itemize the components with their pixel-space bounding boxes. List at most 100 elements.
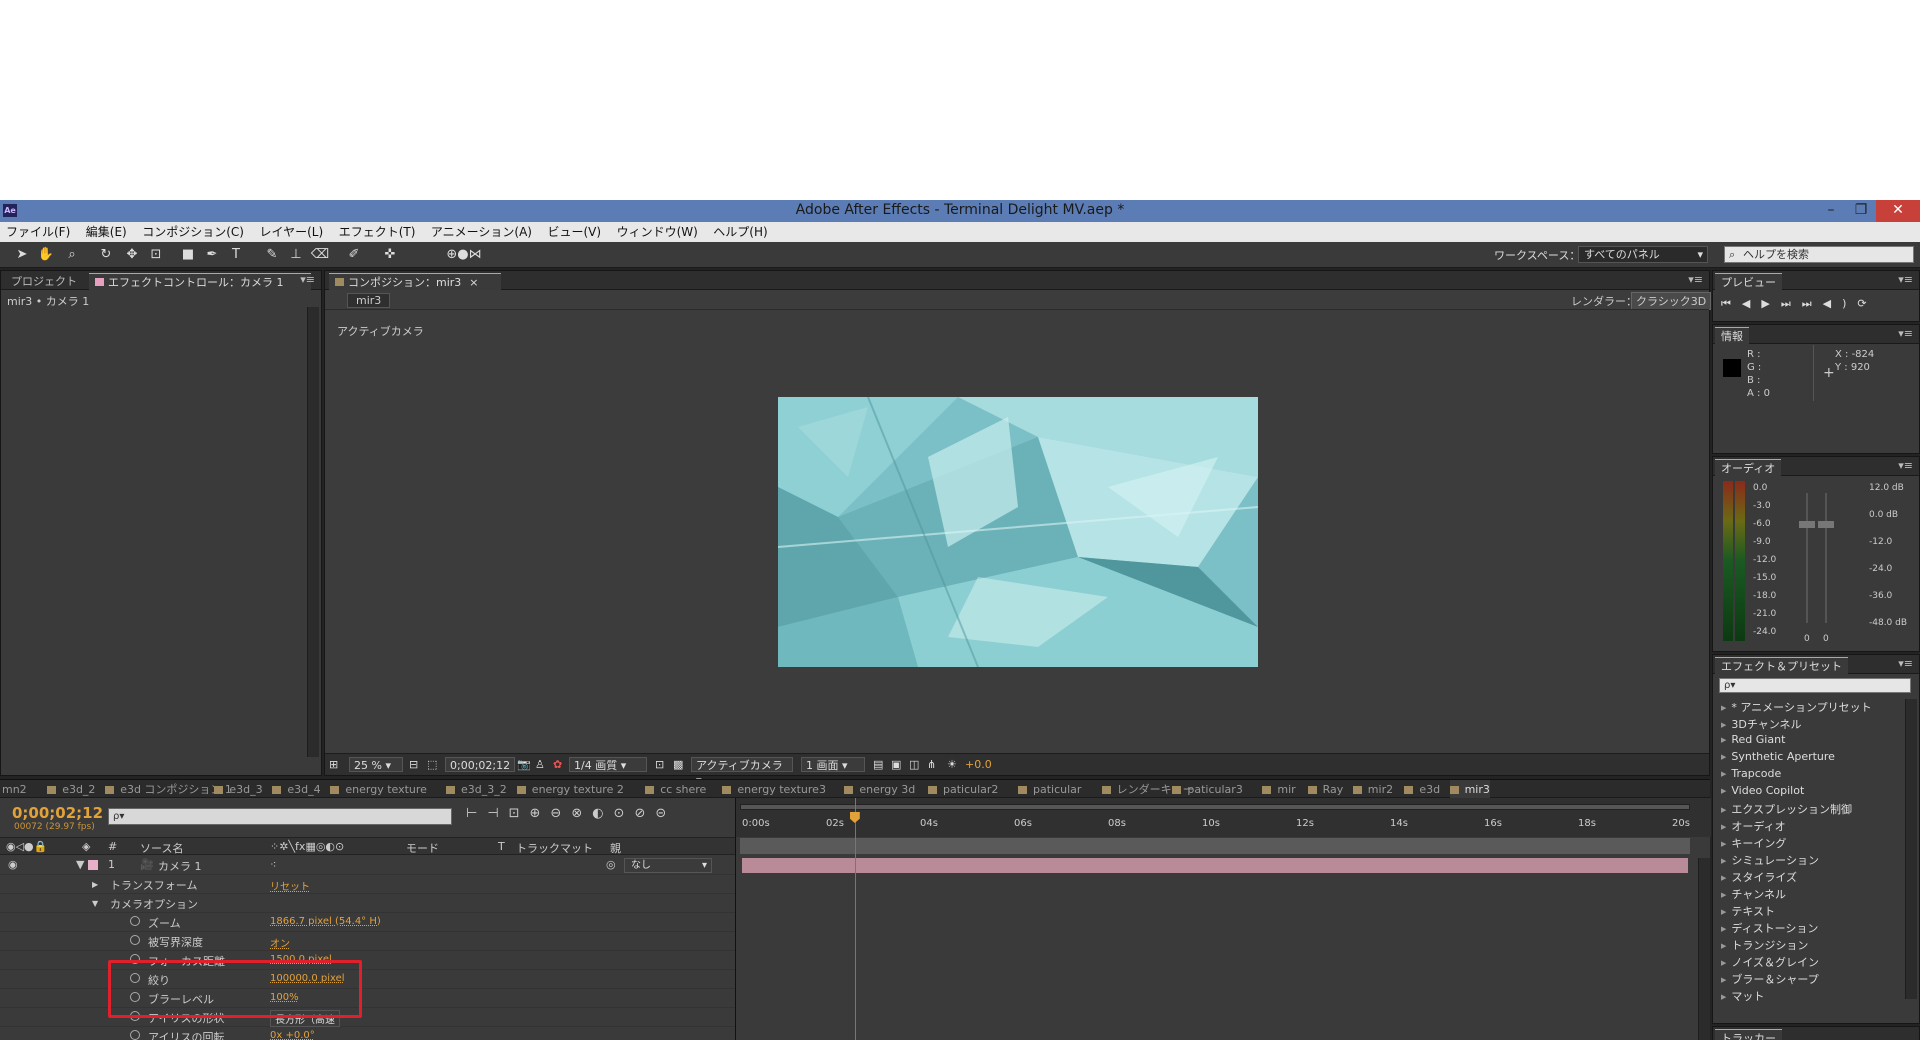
rectangle-tool-icon[interactable]: ■ — [178, 245, 198, 265]
layer-row-camera[interactable]: ◉ ▼ 1 🎥 カメラ 1 ⁖ ◎ なし ▾ — [0, 856, 735, 875]
tab-project[interactable]: プロジェクト — [5, 273, 83, 290]
layer-name[interactable]: カメラ 1 — [158, 858, 202, 874]
clone-stamp-tool-icon[interactable]: ⊥ — [286, 245, 306, 265]
audio-slider-right[interactable] — [1818, 521, 1834, 528]
effects-category-item[interactable]: Synthetic Aperture — [1721, 750, 1835, 763]
effects-menu-icon[interactable]: ▾≡ — [1898, 657, 1913, 670]
menu-view[interactable]: ビュー(V) — [541, 222, 607, 242]
property-row[interactable]: ▶ トランスフォーム リセット — [0, 875, 735, 894]
exposure-value[interactable]: +0.0 — [965, 757, 992, 772]
playhead[interactable] — [854, 798, 856, 1040]
timeline-tab-11[interactable]: paticular2 — [928, 780, 998, 799]
show-snapshot-icon[interactable]: ♙ — [535, 757, 545, 772]
axis-mode-icons[interactable]: ⊕●⋈ — [444, 245, 484, 265]
zoom-tool-icon[interactable]: ⌕ — [62, 245, 82, 265]
channel-icon[interactable]: ✿ — [553, 757, 562, 772]
header-source-name[interactable]: ソース名 — [140, 840, 183, 856]
tab-audio[interactable]: オーディオ — [1715, 459, 1782, 476]
rotate-tool-icon[interactable]: ↻ — [96, 245, 116, 265]
timeline-tab-19[interactable]: mir3 — [1449, 780, 1490, 799]
resolution-select[interactable]: 1/4 画質 ▾ — [569, 757, 647, 772]
effects-category-item[interactable]: * アニメーションプリセット — [1721, 699, 1871, 715]
audio-slider-track-left[interactable] — [1806, 493, 1808, 623]
twirl-closed-icon[interactable]: ▶ — [92, 880, 98, 889]
twirl-open-icon[interactable]: ▼ — [76, 858, 84, 871]
current-time-display[interactable]: 0;00;02;12 — [445, 757, 516, 772]
property-value[interactable]: 1866.7 pixel (54.4° H) — [270, 916, 381, 927]
mask-visibility-icon[interactable]: ⬚ — [427, 757, 437, 772]
help-search-input[interactable]: ⌕ ヘルプを検索 — [1724, 246, 1914, 263]
effects-category-item[interactable]: テキスト — [1721, 903, 1775, 919]
effects-scrollbar[interactable] — [1905, 699, 1917, 999]
timeline-tab-6[interactable]: e3d_3_2 — [446, 780, 507, 799]
comp-navigator-button[interactable]: mir3 — [347, 293, 391, 308]
property-value[interactable]: オン — [270, 935, 290, 950]
effects-category-item[interactable]: Trapcode — [1721, 767, 1781, 780]
effects-category-item[interactable]: ブラー＆シャープ — [1721, 971, 1818, 987]
composition-viewer[interactable] — [778, 397, 1258, 667]
snapshot-icon[interactable]: 📷 — [517, 757, 531, 772]
menu-layer[interactable]: レイヤー(L) — [253, 222, 329, 242]
timeline-switch-icons[interactable]: ⊢⊣⊡⊕⊖⊗◐⊙⊘⊝ — [466, 806, 726, 821]
timeline-tab-0[interactable]: mn2 — [2, 780, 27, 799]
work-area-bar[interactable] — [740, 804, 1690, 810]
stopwatch-icon[interactable] — [130, 935, 140, 945]
puppet-tool-icon[interactable]: ✜ — [380, 245, 400, 265]
brush-tool-icon[interactable]: ✎ — [262, 245, 282, 265]
effects-category-item[interactable]: ディストーション — [1721, 920, 1818, 936]
audio-menu-icon[interactable]: ▾≡ — [1898, 459, 1913, 472]
pen-tool-icon[interactable]: ✒ — [202, 245, 222, 265]
pan-behind-tool-icon[interactable]: ⊡ — [146, 245, 166, 265]
selection-tool-icon[interactable]: ➤ — [12, 245, 32, 265]
timeline-tab-15[interactable]: mir — [1262, 780, 1296, 799]
tab-effects-presets[interactable]: エフェクト＆プリセット — [1715, 657, 1848, 674]
timeline-tab-8[interactable]: cc shere — [645, 780, 706, 799]
effects-category-item[interactable]: Video Copilot — [1721, 784, 1804, 797]
parent-select[interactable]: なし ▾ — [624, 858, 712, 873]
timeline-tab-14[interactable]: paticular3 — [1172, 780, 1243, 799]
time-ruler[interactable]: 0:00s 02s 04s 06s 08s 10s 12s 14s 16s 18s 20s — [736, 798, 1711, 837]
project-scrollbar[interactable] — [307, 307, 319, 757]
text-tool-icon[interactable]: T — [226, 245, 246, 265]
zoom-select[interactable]: 25 % ▾ — [349, 757, 403, 772]
eraser-tool-icon[interactable]: ⌫ — [310, 245, 330, 265]
effects-search-input[interactable]: ρ▾ — [1719, 678, 1911, 693]
timeline-current-time[interactable]: 0;00;02;12 — [12, 804, 103, 822]
timeline-tab-10[interactable]: energy 3d — [844, 780, 915, 799]
timeline-icon[interactable]: ◫ — [909, 757, 919, 772]
property-row[interactable]: アイリスの回転 0x +0.0° — [0, 1027, 735, 1040]
stopwatch-icon[interactable] — [130, 916, 140, 926]
twirl-open-icon[interactable]: ▼ — [92, 899, 98, 908]
view-select[interactable]: アクティブカメラ ▾ — [691, 757, 793, 787]
tab-preview[interactable]: プレビュー — [1715, 273, 1782, 290]
close-tab-icon[interactable]: × — [469, 276, 478, 289]
timeline-tab-1[interactable]: e3d_2 — [47, 780, 95, 799]
property-value[interactable]: リセット — [270, 878, 310, 893]
flowchart-icon[interactable]: ⋔ — [927, 757, 936, 772]
tab-effect-controls[interactable]: エフェクトコントロール：カメラ 1 — [89, 273, 311, 290]
tab-info[interactable]: 情報 — [1715, 327, 1749, 344]
menu-file[interactable]: ファイル(F) — [0, 222, 76, 242]
timeline-tab-12[interactable]: paticular — [1018, 780, 1081, 799]
timeline-tab-2[interactable]: e3d コンポジション 1 — [105, 780, 232, 799]
fast-previews-icon[interactable]: ▣ — [891, 757, 901, 772]
audio-slider-left[interactable] — [1799, 521, 1815, 528]
timeline-tab-7[interactable]: energy texture 2 — [516, 780, 624, 799]
restore-button[interactable]: ❐ — [1846, 200, 1876, 222]
menu-animation[interactable]: アニメーション(A) — [425, 222, 538, 242]
property-row[interactable]: ズーム 1866.7 pixel (54.4° H) — [0, 913, 735, 932]
timeline-tab-4[interactable]: e3d_4 — [272, 780, 321, 799]
collapse-switch-icon[interactable]: ⁖ — [270, 858, 276, 871]
menu-window[interactable]: ウィンドウ(W) — [611, 222, 704, 242]
menu-composition[interactable]: コンポジション(C) — [136, 222, 250, 242]
layout-select[interactable]: 1 画面 ▾ — [801, 757, 865, 772]
effects-category-item[interactable]: シミュレーション — [1721, 852, 1819, 868]
property-row[interactable]: ▼ カメラオプション — [0, 894, 735, 913]
stopwatch-icon[interactable] — [130, 1030, 140, 1040]
hand-tool-icon[interactable]: ✋ — [36, 245, 56, 265]
layer-label-color[interactable] — [88, 860, 98, 870]
region-of-interest-icon[interactable]: ⊡ — [655, 757, 664, 772]
eye-icon[interactable]: ◉ — [8, 858, 18, 871]
orbit-camera-tool-icon[interactable]: ✥ — [122, 245, 142, 265]
effects-category-item[interactable]: トランジション — [1721, 937, 1808, 953]
